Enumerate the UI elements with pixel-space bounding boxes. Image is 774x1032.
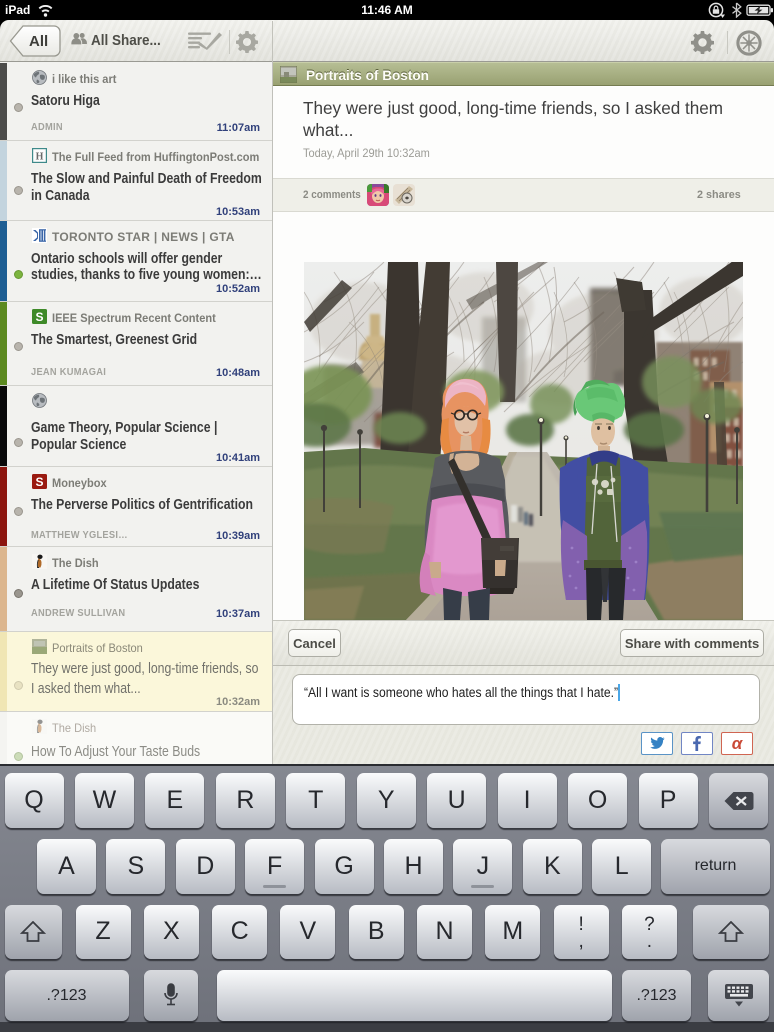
svg-text:S: S (35, 310, 43, 324)
svg-text:S: S (35, 475, 43, 489)
svg-text:H: H (36, 152, 44, 163)
